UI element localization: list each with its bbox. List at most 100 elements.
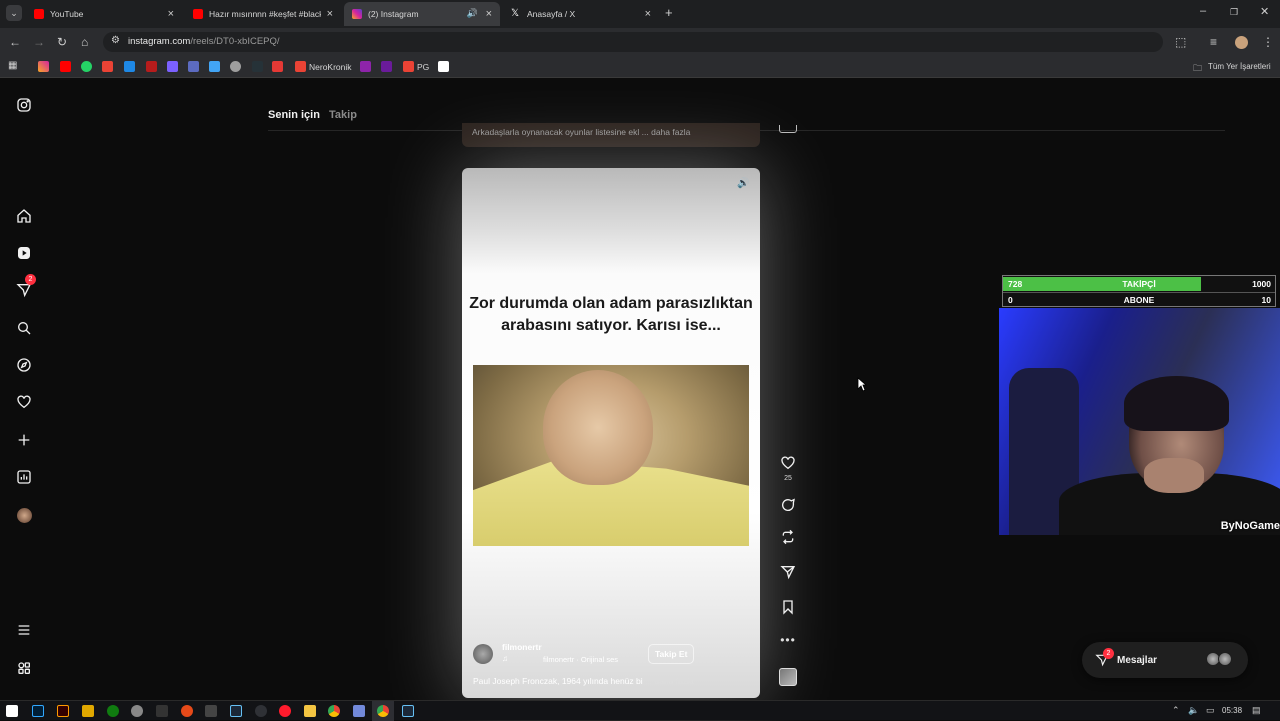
close-tab-icon[interactable]: × bbox=[645, 8, 651, 20]
notifications-heart-icon[interactable] bbox=[14, 392, 34, 412]
photoshop-icon[interactable] bbox=[32, 705, 44, 717]
more-menu-icon[interactable] bbox=[14, 620, 34, 640]
media-control-icon[interactable]: ≡ bbox=[1210, 35, 1217, 49]
profile-avatar-icon[interactable] bbox=[1235, 36, 1248, 49]
bookmark-site-icon[interactable] bbox=[167, 61, 178, 72]
app-icon[interactable] bbox=[255, 705, 267, 717]
dashboard-icon[interactable] bbox=[14, 467, 34, 487]
bookmark-nerokronik[interactable]: NeroKronik bbox=[309, 62, 352, 72]
tab-for-you[interactable]: Senin için bbox=[268, 109, 320, 121]
bookmark-nerokronik-icon[interactable] bbox=[295, 61, 306, 72]
bookmark-site-icon[interactable] bbox=[188, 61, 199, 72]
save-bookmark-icon[interactable] bbox=[779, 598, 797, 616]
speaker-icon[interactable]: 🔊 bbox=[467, 8, 478, 19]
app-icon[interactable] bbox=[82, 705, 94, 717]
tab-instagram[interactable]: (2) Instagram 🔊 × bbox=[344, 2, 500, 26]
speaker-icon[interactable]: 🔊 bbox=[737, 178, 749, 189]
bookmark-pg-icon[interactable] bbox=[403, 61, 414, 72]
remix-repost-icon[interactable] bbox=[779, 528, 797, 546]
restore-icon[interactable]: ❐ bbox=[1230, 7, 1238, 18]
bookmark-pg[interactable]: PG bbox=[417, 62, 429, 72]
home-icon[interactable]: ⌂ bbox=[81, 35, 88, 49]
tab-youtube-video[interactable]: Hazır mısınnnn #keşfet #blackp × bbox=[185, 2, 341, 26]
bookmark-instagram-icon[interactable] bbox=[38, 61, 49, 72]
bookmark-site-icon[interactable] bbox=[360, 61, 371, 72]
previous-reel-caption[interactable]: Arkadaşlarla oynanacak oyunlar listesine… bbox=[472, 127, 690, 137]
bookmark-gmail-icon[interactable] bbox=[102, 61, 113, 72]
reel-author-username[interactable]: filmonertr bbox=[502, 642, 542, 652]
illustrator-icon[interactable] bbox=[57, 705, 69, 717]
share-icon[interactable] bbox=[779, 563, 797, 581]
address-bar[interactable]: ⚙ instagram.com/reels/DT0-xbICEPQ/ bbox=[103, 32, 1163, 52]
close-window-icon[interactable]: ✕ bbox=[1260, 5, 1269, 18]
windows-start-icon[interactable] bbox=[6, 705, 18, 717]
app-icon[interactable] bbox=[181, 705, 193, 717]
messages-button[interactable]: 2 Mesajlar bbox=[1082, 642, 1248, 678]
site-info-icon[interactable]: ⚙ bbox=[111, 35, 120, 46]
xbox-icon[interactable] bbox=[107, 705, 119, 717]
tray-chevron-icon[interactable]: ⌃ bbox=[1172, 705, 1180, 716]
bookmark-site-icon[interactable] bbox=[438, 61, 449, 72]
bookmark-site-icon[interactable] bbox=[230, 61, 241, 72]
apps-grid-icon[interactable]: ▦ bbox=[8, 60, 17, 71]
comment-icon[interactable] bbox=[779, 496, 797, 514]
bookmark-site-icon[interactable] bbox=[146, 61, 157, 72]
bookmark-youtube-icon[interactable] bbox=[60, 61, 71, 72]
close-tab-icon[interactable]: × bbox=[168, 8, 174, 20]
search-icon[interactable] bbox=[14, 318, 34, 338]
close-tab-icon[interactable]: × bbox=[486, 8, 492, 20]
app-icon[interactable] bbox=[156, 705, 168, 717]
reload-icon[interactable]: ↻ bbox=[57, 35, 67, 49]
chrome-icon[interactable] bbox=[328, 705, 340, 717]
like-heart-icon[interactable] bbox=[779, 454, 797, 472]
volume-icon[interactable]: 🔈 bbox=[1188, 705, 1199, 716]
app-icon[interactable] bbox=[131, 705, 143, 717]
tab-x[interactable]: 𝕏 Anasayfa / X × bbox=[503, 2, 659, 26]
instagram-logo-icon[interactable] bbox=[14, 95, 34, 115]
steam-icon[interactable] bbox=[402, 705, 414, 717]
more-options-icon[interactable]: ••• bbox=[779, 633, 797, 647]
reel-caption-more[interactable]: ... daha fazla bbox=[645, 676, 694, 686]
url-text[interactable]: instagram.com/reels/DT0-xbICEPQ/ bbox=[128, 36, 280, 47]
file-explorer-icon[interactable] bbox=[304, 705, 316, 717]
all-bookmarks[interactable]: Tüm Yer İşaretleri bbox=[1208, 62, 1271, 71]
app-icon[interactable] bbox=[353, 705, 365, 717]
notification-center-icon[interactable]: ▤ bbox=[1252, 705, 1261, 716]
follow-button[interactable]: Takip Et bbox=[648, 644, 695, 664]
bookmark-site-icon[interactable] bbox=[252, 61, 263, 72]
previous-audio-thumbnail[interactable] bbox=[779, 125, 797, 133]
explore-compass-icon[interactable] bbox=[14, 355, 34, 375]
direct-messages-icon[interactable]: 2 bbox=[14, 274, 36, 300]
home-icon[interactable] bbox=[14, 206, 34, 226]
reel-caption[interactable]: Paul Joseph Fronczak, 1964 yılında henüz… bbox=[473, 676, 694, 686]
reel-audio-label[interactable]: filmonertr · Orijinal ses bbox=[543, 655, 618, 664]
opera-icon[interactable] bbox=[279, 705, 291, 717]
steam-icon[interactable] bbox=[230, 705, 242, 717]
bookmark-whatsapp-icon[interactable] bbox=[81, 61, 92, 72]
forward-icon[interactable]: → bbox=[33, 35, 45, 49]
bookmark-site-icon[interactable] bbox=[381, 61, 392, 72]
tab-search-icon[interactable]: ⌄ bbox=[6, 5, 22, 21]
audio-thumbnail[interactable] bbox=[779, 668, 797, 686]
reels-icon[interactable] bbox=[14, 243, 34, 263]
minimize-icon[interactable]: – bbox=[1200, 5, 1206, 17]
bookmark-site-icon[interactable] bbox=[209, 61, 220, 72]
menu-kebab-icon[interactable]: ⋮ bbox=[1262, 35, 1274, 49]
taskbar-clock[interactable]: 05:38 bbox=[1222, 706, 1242, 715]
tab-following[interactable]: Takip bbox=[329, 109, 357, 121]
reel-author-avatar[interactable] bbox=[473, 644, 493, 664]
network-icon[interactable]: ▭ bbox=[1206, 705, 1215, 716]
profile-avatar[interactable] bbox=[14, 505, 34, 525]
also-from-meta-icon[interactable] bbox=[14, 658, 34, 678]
back-icon[interactable]: ← bbox=[9, 35, 21, 49]
tab-youtube[interactable]: YouTube × bbox=[26, 2, 182, 26]
close-tab-icon[interactable]: × bbox=[327, 8, 333, 20]
previous-reel[interactable]: Arkadaşlarla oynanacak oyunlar listesine… bbox=[462, 123, 760, 147]
create-plus-icon[interactable] bbox=[14, 430, 34, 450]
new-tab-icon[interactable]: + bbox=[665, 6, 673, 20]
extensions-icon[interactable]: ⬚ bbox=[1175, 35, 1186, 49]
bookmark-site-icon[interactable] bbox=[272, 61, 283, 72]
reel-video-card[interactable]: 🔊 Zor durumda olan adam parasızlıktan ar… bbox=[462, 168, 760, 698]
previous-reel-more[interactable]: ... daha fazla bbox=[642, 127, 691, 137]
bookmark-site-icon[interactable] bbox=[124, 61, 135, 72]
